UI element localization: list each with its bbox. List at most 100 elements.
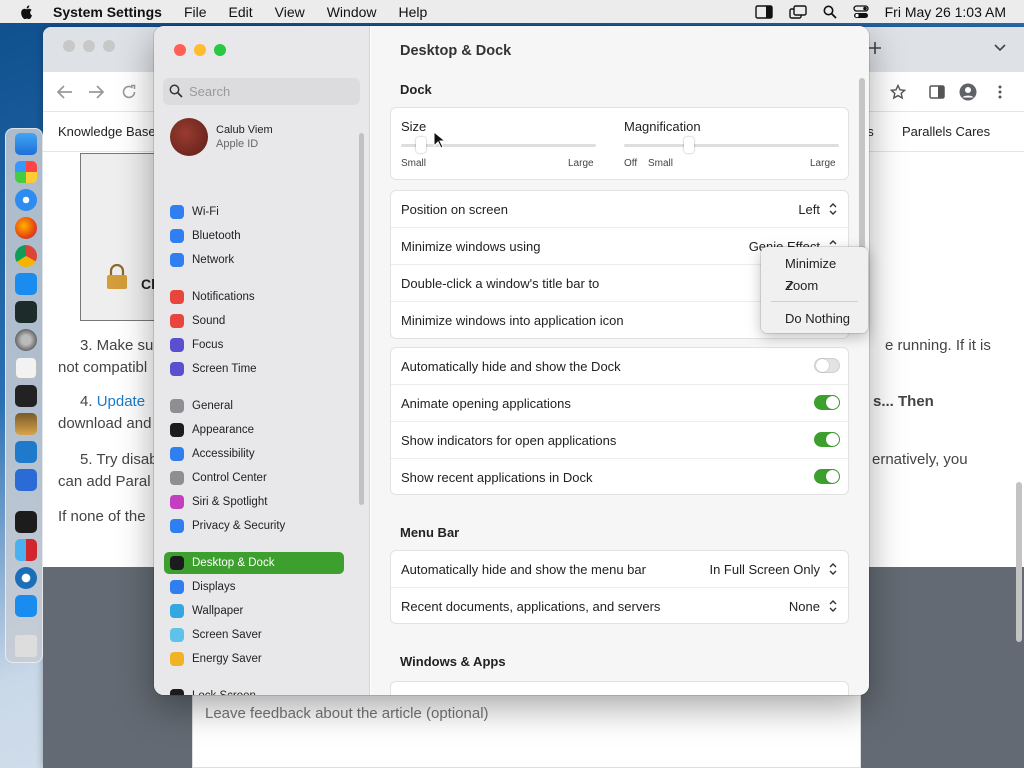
menubar-autohide-value[interactable]: In Full Screen Only (709, 562, 820, 577)
terminal-green-icon[interactable] (15, 301, 37, 323)
para-3-start: 3. Make su (80, 337, 154, 354)
dock (5, 128, 43, 663)
menu-option-zoom[interactable]: ✓ Zoom (761, 275, 868, 295)
sidebar-item-lock-screen[interactable]: Lock Screen (164, 685, 344, 695)
size-slider-thumb[interactable] (415, 137, 426, 153)
parallels-icon[interactable] (15, 539, 37, 561)
menubar-autohide-updown-icon[interactable] (828, 562, 838, 576)
sidebar-item-displays[interactable]: Displays (164, 576, 344, 598)
sidebar-item-screen-saver[interactable]: Screen Saver (164, 624, 344, 646)
sidebar-item-privacy-security[interactable]: Privacy & Security (164, 515, 344, 537)
app-store-icon[interactable] (15, 273, 37, 295)
bookmark-parallels-cares[interactable]: Parallels Cares (902, 124, 990, 139)
sidebar-item-label: Bluetooth (192, 230, 241, 242)
terminal-icon[interactable] (15, 385, 37, 407)
window-overlap-icon[interactable] (788, 4, 807, 19)
menu-clock[interactable]: Fri May 26 1:03 AM (885, 4, 1006, 20)
new-tab-icon[interactable] (868, 41, 882, 55)
sidebar-item-notifications[interactable]: Notifications (164, 286, 344, 308)
firefox-icon[interactable] (15, 217, 37, 239)
side-panel-icon[interactable] (929, 85, 945, 99)
recent-apps-toggle[interactable] (814, 469, 840, 484)
magnification-slider-track[interactable] (624, 144, 839, 147)
tab-list-chevron-icon[interactable] (994, 44, 1006, 52)
quicktime-icon[interactable] (15, 567, 37, 589)
reload-icon[interactable] (121, 84, 137, 100)
menu-window[interactable]: Window (327, 4, 377, 20)
system-settings-icon[interactable] (15, 329, 37, 351)
menu-view[interactable]: View (275, 4, 305, 20)
bookmark-knowledge-base[interactable]: Knowledge Base (58, 124, 156, 139)
chrome-icon[interactable] (15, 245, 37, 267)
browser-scrollbar[interactable] (1016, 482, 1022, 642)
menu-option-minimize[interactable]: Minimize (761, 253, 868, 273)
zoom-button[interactable] (214, 44, 226, 56)
autohide-dock-toggle[interactable] (814, 358, 840, 373)
sidebar-item-label: Network (192, 254, 235, 266)
feedback-input[interactable]: Leave feedback about the article (option… (192, 694, 861, 768)
sidebar-item-wallpaper[interactable]: Wallpaper (164, 600, 344, 622)
textedit-icon[interactable] (15, 357, 37, 379)
sidebar-scrollbar[interactable] (359, 133, 364, 505)
apple-menu-icon[interactable] (19, 4, 35, 20)
back-arrow-icon[interactable] (57, 85, 73, 99)
sidebar-item-focus[interactable]: Focus (164, 334, 344, 356)
sidebar-item-control-center[interactable]: Control Center (164, 467, 344, 489)
safari-icon[interactable] (15, 189, 37, 211)
sidebar-item-bluetooth[interactable]: Bluetooth (164, 225, 344, 247)
sidebar-item-screen-time[interactable]: Screen Time (164, 358, 344, 380)
animate-toggle[interactable] (814, 395, 840, 410)
update-link[interactable]: Update (97, 393, 145, 410)
menu-file[interactable]: File (184, 4, 207, 20)
menu-edit[interactable]: Edit (229, 4, 253, 20)
sidebar-item-siri-spotlight[interactable]: Siri & Spotlight (164, 491, 344, 513)
menu-option-do-nothing[interactable]: Do Nothing (761, 308, 868, 328)
activity-monitor-icon[interactable] (15, 511, 37, 533)
sidebar-item-general[interactable]: General (164, 395, 344, 417)
menu-help[interactable]: Help (399, 4, 428, 20)
windows-icon[interactable] (15, 595, 37, 617)
sidebar-item-desktop-dock[interactable]: Desktop & Dock (164, 552, 344, 574)
recent-docs-value[interactable]: None (789, 599, 820, 614)
minimize-button[interactable] (194, 44, 206, 56)
position-row[interactable]: Position on screen Left (391, 191, 850, 228)
menubar-autohide-label: Automatically hide and show the menu bar (401, 562, 646, 577)
position-updown-icon[interactable] (828, 202, 838, 216)
menu-app-name[interactable]: System Settings (53, 4, 162, 20)
control-center-icon[interactable] (852, 4, 869, 19)
position-value[interactable]: Left (798, 202, 820, 217)
position-label: Position on screen (401, 202, 508, 217)
trash-icon[interactable] (15, 635, 37, 657)
bookmark-star-icon[interactable] (890, 84, 906, 100)
para-5-start: 5. Try disab (80, 451, 158, 468)
menubar-autohide-row[interactable]: Automatically hide and show the menu bar… (391, 551, 850, 588)
sidebar-item-network[interactable]: Network (164, 249, 344, 271)
sidebar-item-appearance[interactable]: Appearance (164, 419, 344, 441)
sidebar-item-label: Control Center (192, 472, 267, 484)
size-slider-track[interactable] (401, 144, 596, 147)
profile-avatar-icon[interactable] (959, 83, 977, 101)
script-editor-icon[interactable] (15, 413, 37, 435)
spotlight-search-icon[interactable] (823, 5, 837, 19)
sidebar-item-accessibility[interactable]: Accessibility (164, 443, 344, 465)
recent-docs-updown-icon[interactable] (828, 599, 838, 613)
general-icon (170, 399, 184, 413)
forward-arrow-icon[interactable] (88, 85, 104, 99)
close-button[interactable] (174, 44, 186, 56)
magnification-slider-thumb[interactable] (683, 137, 694, 153)
para-4-end-text: s... Then (873, 393, 934, 410)
sidebar-toggle-icon[interactable] (754, 4, 773, 19)
sidebar-item-sound[interactable]: Sound (164, 310, 344, 332)
apple-id-account[interactable]: Calub Viem Apple ID (170, 118, 360, 158)
sidebar-item-energy-saver[interactable]: Energy Saver (164, 648, 344, 670)
search-input[interactable] (189, 82, 349, 101)
remote-desktop-icon[interactable] (15, 469, 37, 491)
vscode-icon[interactable] (15, 441, 37, 463)
sidebar-item-wi-fi[interactable]: Wi-Fi (164, 201, 344, 223)
search-field[interactable] (163, 78, 360, 105)
browser-menu-icon[interactable] (998, 85, 1002, 99)
launchpad-icon[interactable] (15, 161, 37, 183)
indicators-toggle[interactable] (814, 432, 840, 447)
finder-icon[interactable] (15, 133, 37, 155)
recent-docs-row[interactable]: Recent documents, applications, and serv… (391, 588, 850, 625)
